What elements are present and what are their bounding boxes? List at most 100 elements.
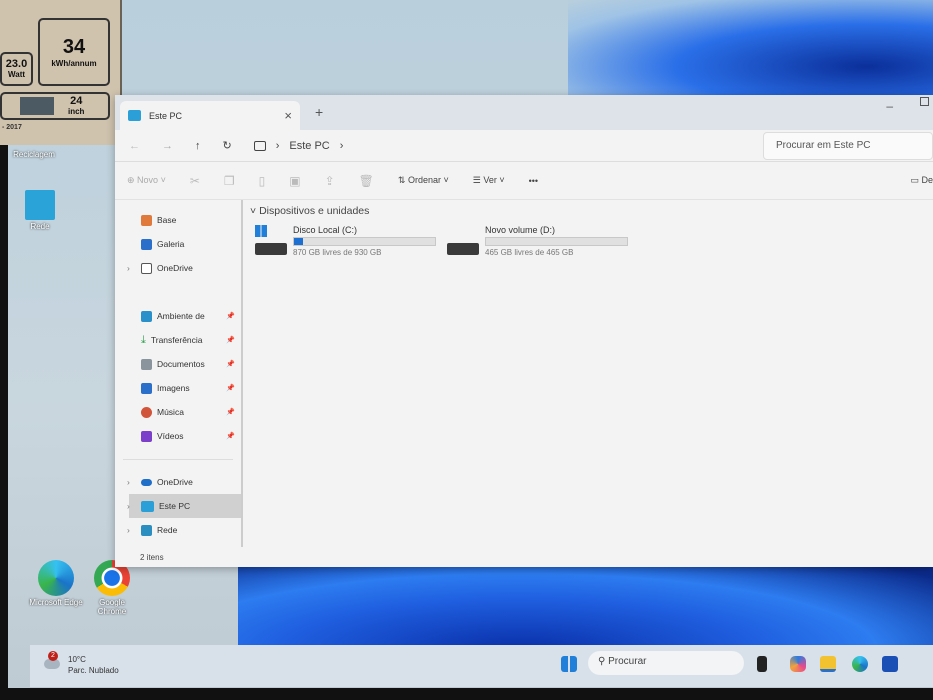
kwh-value: 34	[62, 36, 86, 58]
content-area: ˅ Dispositivos e unidades Disco Local (C…	[250, 205, 933, 545]
close-tab-button[interactable]: ×	[284, 108, 292, 123]
taskbar: 2 10°C Parc. Nublado ⚲ Procurar	[30, 645, 933, 687]
forward-button[interactable]: →	[162, 140, 173, 152]
network-icon	[25, 190, 55, 220]
gallery-icon	[141, 238, 152, 250]
sidebar-item-videos[interactable]: Vídeos 📌	[115, 424, 241, 448]
sidebar-item-label: Música	[157, 407, 184, 417]
pin-icon: 📌	[226, 433, 235, 440]
sort-button[interactable]: ⇅ Ordenar ˅	[398, 175, 449, 186]
section-title: Dispositivos e unidades	[259, 205, 370, 217]
wallpaper	[568, 0, 933, 95]
drive-c[interactable]: Disco Local (C:) 870 GB livres de 930 GB	[255, 225, 436, 257]
weather-badge: 2	[48, 651, 58, 661]
details-pane-button[interactable]: ▭ De	[910, 175, 933, 186]
share-icon[interactable]: ⇪	[325, 174, 335, 188]
delete-icon[interactable]: 🗑	[359, 174, 374, 188]
sidebar-item-label: Imagens	[157, 383, 190, 393]
sidebar-item-onedrive[interactable]: › OneDrive	[115, 256, 241, 280]
file-icon	[141, 262, 152, 274]
tab-este-pc[interactable]: Este PC ×	[120, 101, 300, 130]
view-button[interactable]: ☰ Ver ˅	[473, 175, 505, 186]
watt-unit: Watt	[7, 70, 26, 79]
drive-name: Disco Local (C:)	[293, 225, 358, 235]
weather-temp: 10°C	[68, 655, 86, 664]
section-header[interactable]: ˅ Dispositivos e unidades	[250, 205, 933, 217]
sidebar-item-este-pc[interactable]: › Este PC	[127, 494, 241, 518]
drive-d[interactable]: Novo volume (D:) 465 GB livres de 465 GB	[447, 225, 628, 257]
sidebar-item-label: Transferência	[150, 335, 203, 345]
size-unit: inch	[68, 107, 85, 116]
new-tab-button[interactable]: +	[315, 104, 323, 120]
breadcrumb[interactable]: › Este PC ›	[253, 139, 344, 152]
documents-icon	[141, 358, 152, 370]
start-button[interactable]	[561, 656, 577, 672]
sidebar-item-documents[interactable]: Documentos 📌	[115, 352, 241, 376]
minimize-button[interactable]: –	[886, 99, 893, 113]
monitor-icon	[20, 97, 54, 115]
music-icon	[141, 406, 152, 418]
up-button[interactable]: ↑	[195, 140, 201, 152]
pin-icon: 📌	[226, 385, 235, 392]
wallpaper	[238, 560, 933, 650]
drive-free-space: 465 GB livres de 465 GB	[485, 248, 574, 257]
store-icon[interactable]	[882, 656, 898, 672]
title-bar: Este PC × + –	[115, 95, 933, 130]
file-explorer-window: Este PC × + – ← → ↑ ↻ › Este PC › Procur…	[115, 95, 933, 567]
desktop-icon-chrome[interactable]: Google Chrome	[84, 560, 140, 616]
desktop-icon-edge[interactable]: Microsoft Edge	[28, 560, 84, 607]
sidebar-item-music[interactable]: Música 📌	[115, 400, 241, 424]
sidebar-item-base[interactable]: Base	[115, 208, 241, 232]
desktop-icon-network[interactable]: Rede	[12, 190, 68, 231]
file-explorer-icon[interactable]	[820, 656, 836, 672]
sidebar-item-label: OneDrive	[157, 263, 193, 273]
new-button[interactable]: ⊕ Novo ˅	[127, 175, 166, 186]
weather-desc: Parc. Nublado	[68, 666, 119, 675]
chevron-right-icon: ›	[339, 139, 344, 152]
sidebar-item-downloads[interactable]: ⤓ Transferência 📌	[115, 328, 241, 352]
navigation-pane: Base Galeria › OneDrive Ambiente de 📌 ⤓ Tra…	[115, 200, 243, 547]
drive-free-space: 870 GB livres de 930 GB	[293, 248, 382, 257]
copilot-icon[interactable]	[790, 656, 806, 672]
sidebar-item-rede[interactable]: › Rede	[115, 518, 241, 542]
taskbar-search[interactable]: ⚲ Procurar	[588, 651, 744, 675]
address-bar-row: ← → ↑ ↻ › Este PC › Procurar em Este PC	[115, 130, 933, 162]
chevron-right-icon: ›	[127, 525, 130, 535]
sidebar-item-desktop[interactable]: Ambiente de 📌	[115, 304, 241, 328]
rename-icon[interactable]: ▣	[289, 174, 300, 188]
chevron-right-icon: ›	[275, 139, 280, 152]
sidebar-item-onedrive-cloud[interactable]: › OneDrive	[115, 470, 241, 494]
drive-usage-fill	[294, 238, 304, 245]
more-options-button[interactable]: •••	[529, 176, 538, 186]
watt-value: 23.0	[5, 58, 28, 70]
paste-icon[interactable]: ▯	[259, 174, 266, 188]
sidebar-item-label: Vídeos	[157, 431, 184, 441]
sidebar-item-label: Documentos	[157, 359, 205, 369]
breadcrumb-este-pc[interactable]: Este PC	[289, 140, 329, 152]
edge-icon	[38, 560, 74, 596]
weather-widget[interactable]: 2	[42, 651, 64, 673]
home-icon	[141, 214, 152, 226]
pin-icon: 📌	[226, 313, 235, 320]
sidebar-item-pictures[interactable]: Imagens 📌	[115, 376, 241, 400]
copy-icon[interactable]: ❐	[224, 174, 235, 188]
search-input[interactable]: Procurar em Este PC	[763, 132, 933, 160]
chevron-right-icon: ›	[127, 501, 130, 511]
edge-icon[interactable]	[852, 656, 868, 672]
view-label: Ver	[483, 175, 497, 185]
desktop-icon-recycle-bin[interactable]: Reciclagem	[6, 150, 62, 159]
sidebar-item-label: Galeria	[157, 239, 185, 249]
back-button[interactable]: ←	[129, 140, 140, 152]
item-count: 2 itens	[140, 553, 164, 562]
refresh-button[interactable]: ↻	[223, 139, 232, 152]
task-view-icon[interactable]	[757, 656, 767, 672]
cut-icon[interactable]: ✂	[190, 174, 200, 188]
sidebar-item-label: Este PC	[159, 501, 191, 511]
desktop-icon	[141, 310, 152, 322]
sidebar-item-label: Rede	[157, 525, 178, 535]
sidebar-item-galeria[interactable]: Galeria	[115, 232, 241, 256]
sidebar-item-label: Base	[157, 215, 177, 225]
sidebar-item-label: OneDrive	[157, 477, 193, 487]
status-bar: 2 itens	[115, 549, 933, 567]
maximize-button[interactable]	[920, 97, 929, 106]
